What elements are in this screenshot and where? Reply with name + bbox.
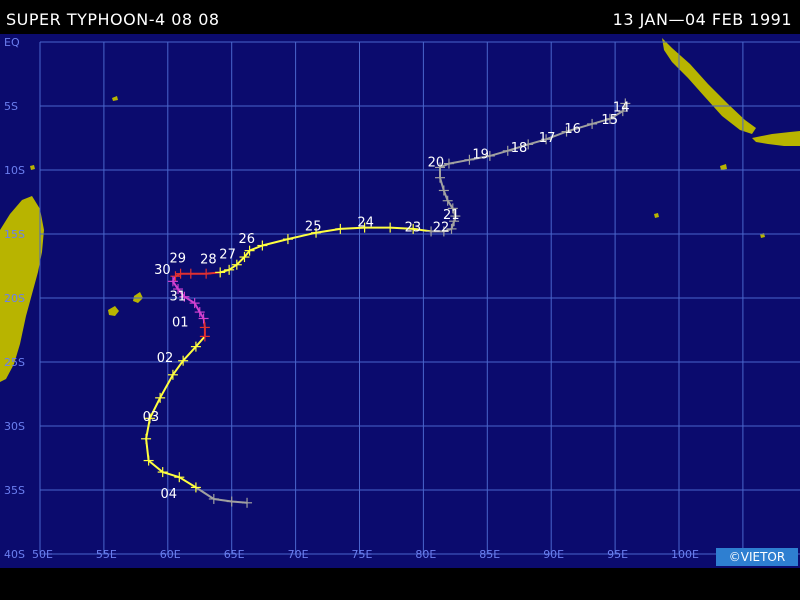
day-label-17: 17	[539, 131, 556, 146]
day-label-23: 23	[405, 221, 422, 236]
lat-label-20S: 20S	[4, 292, 25, 305]
day-label-15: 15	[601, 113, 618, 128]
day-label-22: 22	[433, 221, 450, 236]
lon-label-55E: 55E	[96, 548, 117, 561]
lon-label-50E: 50E	[32, 548, 53, 561]
lon-label-70E: 70E	[288, 548, 309, 561]
lon-label-80E: 80E	[415, 548, 436, 561]
day-label-29: 29	[169, 251, 186, 266]
day-label-27: 27	[219, 247, 236, 262]
day-label-18: 18	[511, 141, 528, 156]
day-label-19: 19	[472, 148, 489, 163]
lon-label-65E: 65E	[224, 548, 245, 561]
day-label-20: 20	[428, 155, 445, 170]
day-label-28: 28	[200, 253, 217, 268]
lon-label-90E: 90E	[543, 548, 564, 561]
day-label-26: 26	[238, 232, 255, 247]
date-range: 13 JAN—04 FEB 1991	[612, 10, 792, 29]
lon-label-60E: 60E	[160, 548, 181, 561]
lat-label-30S: 30S	[4, 420, 25, 433]
day-label-03: 03	[143, 410, 160, 425]
day-label-04: 04	[161, 487, 178, 502]
day-label-16: 16	[564, 122, 581, 137]
credit-badge: ©VIETOR	[716, 548, 798, 566]
footer-bar	[0, 568, 800, 600]
day-label-01: 01	[172, 315, 189, 330]
lat-label-35S: 35S	[4, 484, 25, 497]
lon-label-85E: 85E	[479, 548, 500, 561]
lat-label-10S: 10S	[4, 164, 25, 177]
day-label-30: 30	[154, 263, 171, 278]
day-label-31: 31	[169, 290, 186, 305]
lon-label-75E: 75E	[352, 548, 373, 561]
lat-label-25S: 25S	[4, 356, 25, 369]
lon-label-100E: 100E	[671, 548, 699, 561]
lat-label-EQ: EQ	[4, 36, 20, 49]
lat-label-15S: 15S	[4, 228, 25, 241]
header-bar: SUPER TYPHOON-4 08 08 13 JAN—04 FEB 1991	[0, 0, 800, 34]
storm-name: SUPER TYPHOON-4 08 08	[6, 10, 220, 29]
day-label-25: 25	[305, 219, 322, 234]
lon-label-95E: 95E	[607, 548, 628, 561]
track-map: 50E55E60E65E70E75E80E85E90E95E100E105EEQ…	[0, 34, 800, 568]
lat-label-5S: 5S	[4, 100, 18, 113]
day-label-02: 02	[157, 351, 174, 366]
lat-label-40S: 40S	[4, 548, 25, 561]
day-label-24: 24	[357, 215, 374, 230]
ocean-background	[0, 34, 800, 568]
